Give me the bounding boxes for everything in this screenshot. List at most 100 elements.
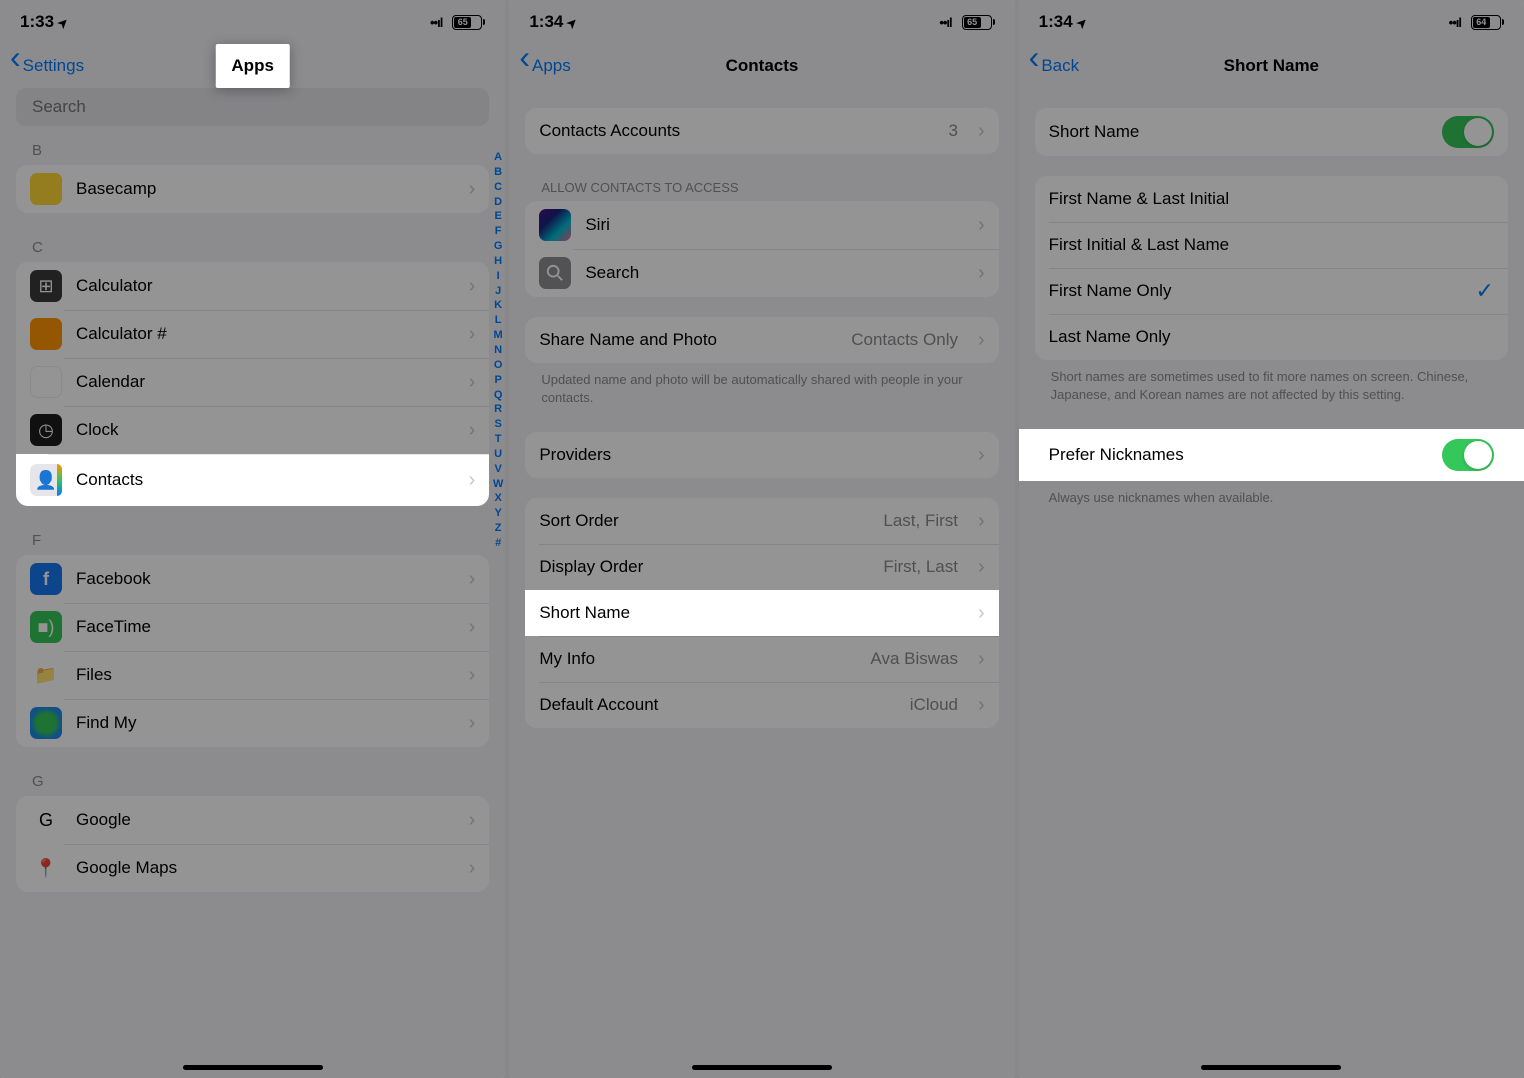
index-letter[interactable]: V <box>493 462 503 477</box>
app-label: FaceTime <box>76 617 449 637</box>
location-icon <box>567 12 577 32</box>
row-siri[interactable]: Siri <box>525 201 998 249</box>
section-letter: B <box>0 136 505 165</box>
back-button[interactable]: Apps <box>519 56 570 76</box>
index-letter[interactable]: D <box>493 195 503 210</box>
app-label: Find My <box>76 713 449 733</box>
index-letter[interactable]: T <box>493 432 503 447</box>
app-row-contacts[interactable]: 👤 Contacts <box>16 454 489 506</box>
home-indicator[interactable] <box>692 1065 832 1070</box>
calculator--icon <box>30 318 62 350</box>
back-button[interactable]: Back <box>1029 56 1079 76</box>
row-sort-order[interactable]: Sort Order Last, First <box>525 498 998 544</box>
index-letter[interactable]: B <box>493 165 503 180</box>
app-row-google[interactable]: GGoogle <box>16 796 489 844</box>
app-row-google-maps[interactable]: 📍Google Maps <box>16 844 489 892</box>
app-label: Files <box>76 665 449 685</box>
contacts-icon: 👤 <box>30 464 62 496</box>
signal-icon <box>939 12 951 32</box>
row-value: iCloud <box>910 695 958 715</box>
home-indicator[interactable] <box>183 1065 323 1070</box>
section-letter: F <box>0 526 505 555</box>
back-button[interactable]: Settings <box>10 56 84 76</box>
index-letter[interactable]: K <box>493 298 503 313</box>
row-label: Siri <box>585 215 958 235</box>
app-label: Contacts <box>76 470 449 490</box>
chevron-right-icon <box>469 371 476 394</box>
index-letter[interactable]: G <box>493 239 503 254</box>
row-my-info[interactable]: My Info Ava Biswas <box>525 636 998 682</box>
status-bar: 1:34 64 <box>1019 0 1524 44</box>
index-letter[interactable]: Z <box>493 521 503 536</box>
section-footer: Updated name and photo will be automatic… <box>525 363 998 412</box>
index-letter[interactable]: F <box>493 224 503 239</box>
app-row-facetime[interactable]: ■)FaceTime <box>16 603 489 651</box>
option-label: First Name Only <box>1049 281 1462 301</box>
index-letter[interactable]: C <box>493 180 503 195</box>
index-letter[interactable]: W <box>493 477 503 492</box>
files-icon: 📁 <box>30 659 62 691</box>
app-row-facebook[interactable]: fFacebook <box>16 555 489 603</box>
index-letter[interactable]: L <box>493 313 503 328</box>
app-label: Google <box>76 810 449 830</box>
app-row-basecamp[interactable]: Basecamp <box>16 165 489 213</box>
index-letter[interactable]: X <box>493 491 503 506</box>
option-last-name-only[interactable]: Last Name Only <box>1035 314 1508 360</box>
short-name-toggle[interactable] <box>1442 116 1494 148</box>
section-letter: G <box>0 767 505 796</box>
prefer-nicknames-toggle[interactable] <box>1442 439 1494 471</box>
index-letter[interactable]: R <box>493 402 503 417</box>
chevron-right-icon <box>978 262 985 285</box>
option-label: First Initial & Last Name <box>1049 235 1494 255</box>
app-row-find-my[interactable]: Find My <box>16 699 489 747</box>
row-search[interactable]: Search <box>525 249 998 297</box>
app-row-calendar[interactable]: Calendar <box>16 358 489 406</box>
index-letter[interactable]: E <box>493 209 503 224</box>
index-letter[interactable]: P <box>493 373 503 388</box>
index-letter[interactable]: U <box>493 447 503 462</box>
facebook-icon: f <box>30 563 62 595</box>
option-first-initial-last-name[interactable]: First Initial & Last Name <box>1035 222 1508 268</box>
home-indicator[interactable] <box>1201 1065 1341 1070</box>
section-footer: Always use nicknames when available. <box>1019 481 1524 513</box>
alphabet-index[interactable]: ABCDEFGHIJKLMNOPQRSTUVWXYZ# <box>493 150 503 551</box>
status-time: 1:34 <box>1039 12 1073 32</box>
index-letter[interactable]: O <box>493 358 503 373</box>
app-label: Calculator # <box>76 324 449 344</box>
calculator-icon: ⊞ <box>30 270 62 302</box>
chevron-left-icon <box>519 56 530 76</box>
calendar-icon <box>30 366 62 398</box>
app-row-calculator-[interactable]: Calculator # <box>16 310 489 358</box>
app-label: Calendar <box>76 372 449 392</box>
search-input[interactable] <box>32 97 473 117</box>
nav-bar: Settings Apps <box>0 44 505 88</box>
index-letter[interactable]: I <box>493 269 503 284</box>
chevron-right-icon <box>469 568 476 591</box>
row-default-account[interactable]: Default Account iCloud <box>525 682 998 728</box>
index-letter[interactable]: A <box>493 150 503 165</box>
index-letter[interactable]: H <box>493 254 503 269</box>
index-letter[interactable]: M <box>493 328 503 343</box>
option-first-name-only[interactable]: First Name Only <box>1035 268 1508 314</box>
row-share-name-photo[interactable]: Share Name and Photo Contacts Only <box>525 317 998 363</box>
index-letter[interactable]: J <box>493 284 503 299</box>
row-providers[interactable]: Providers <box>525 432 998 478</box>
row-short-name-toggle: Short Name <box>1035 108 1508 156</box>
index-letter[interactable]: N <box>493 343 503 358</box>
app-row-files[interactable]: 📁 Files <box>16 651 489 699</box>
row-short-name[interactable]: Short Name <box>525 590 998 636</box>
clock-icon: ◷ <box>30 414 62 446</box>
row-contacts-accounts[interactable]: Contacts Accounts 3 <box>525 108 998 154</box>
app-row-calculator[interactable]: ⊞Calculator <box>16 262 489 310</box>
index-letter[interactable]: S <box>493 417 503 432</box>
chevron-left-icon <box>1029 56 1040 76</box>
option-first-name-last-initial[interactable]: First Name & Last Initial <box>1035 176 1508 222</box>
screen-short-name: 1:34 64 Back Short Name Short Name First… <box>1019 0 1524 1078</box>
search-bar[interactable] <box>16 88 489 126</box>
index-letter[interactable]: Q <box>493 388 503 403</box>
index-letter[interactable]: # <box>493 536 503 551</box>
app-row-clock[interactable]: ◷Clock <box>16 406 489 454</box>
index-letter[interactable]: Y <box>493 506 503 521</box>
row-display-order[interactable]: Display Order First, Last <box>525 544 998 590</box>
status-time: 1:33 <box>20 12 54 32</box>
